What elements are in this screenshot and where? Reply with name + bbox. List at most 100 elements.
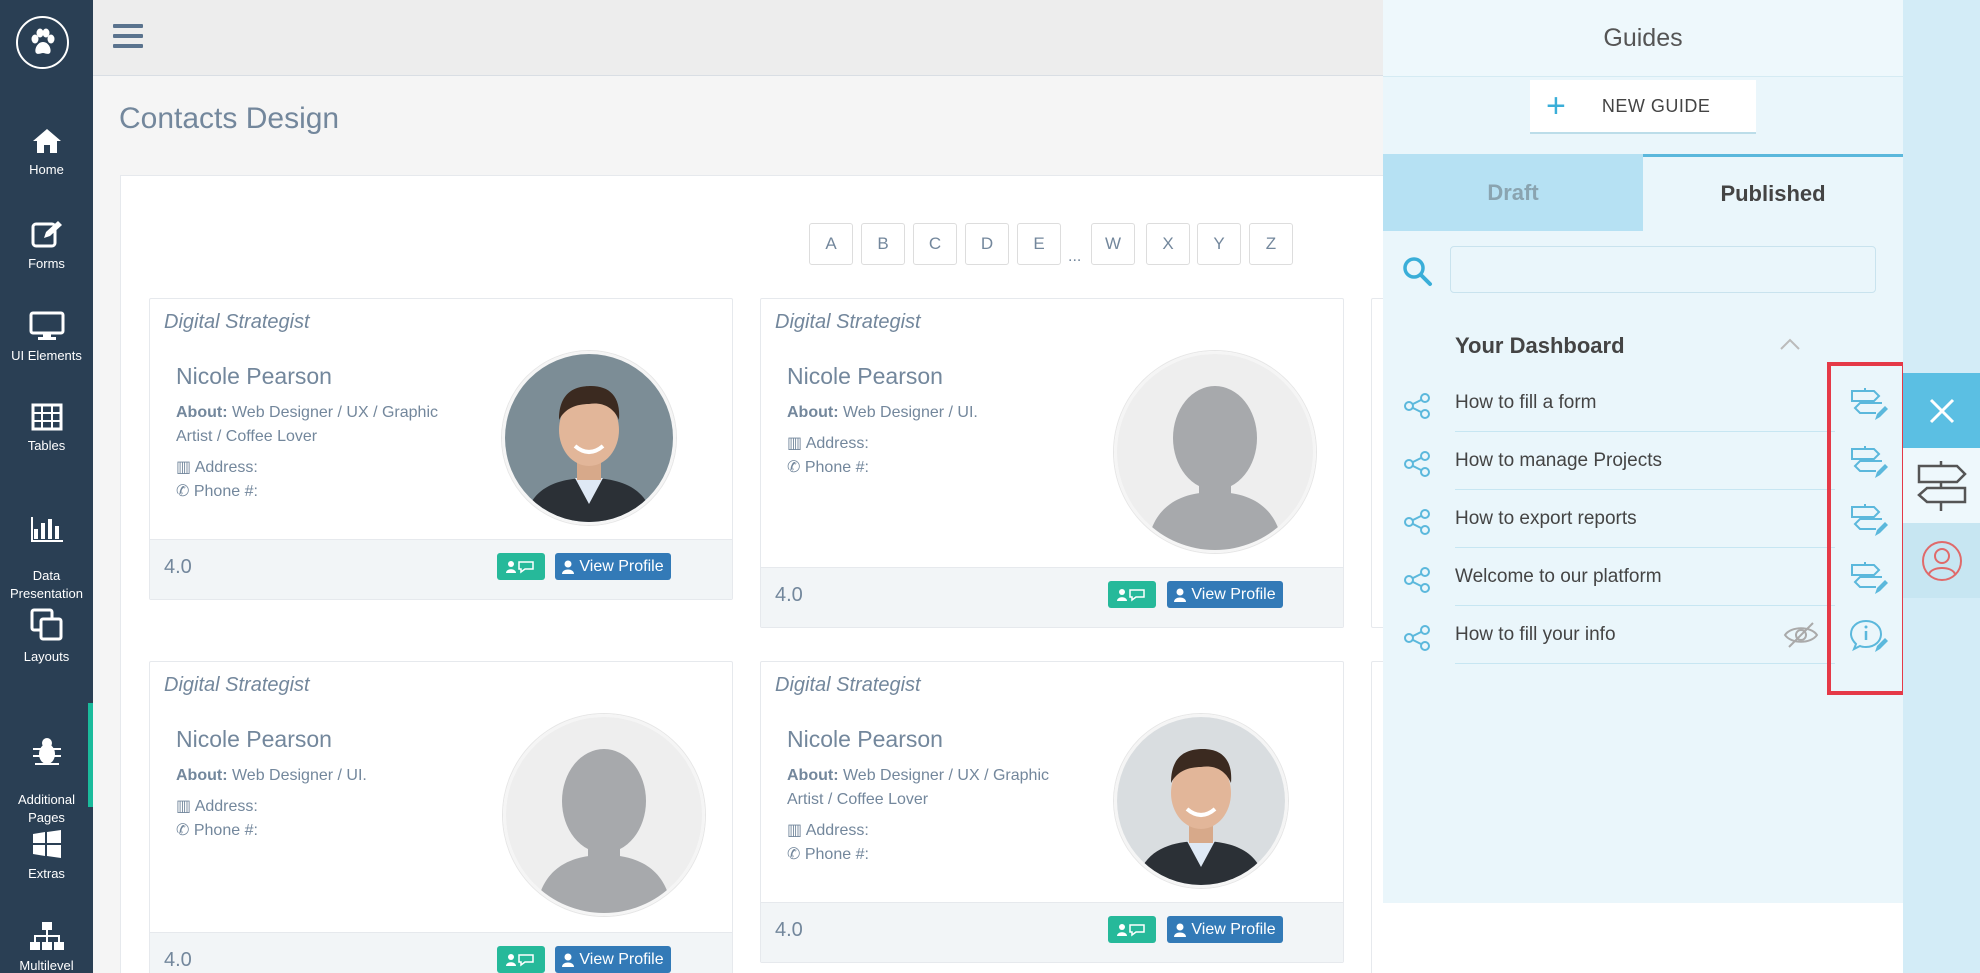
home-icon [32, 129, 61, 153]
contact-rating: 4.0 [164, 949, 192, 971]
bug-icon [32, 738, 61, 765]
user-icon [562, 560, 575, 574]
signpost-icon [1916, 460, 1967, 511]
card-footer: 4.0 View Profile [150, 932, 732, 973]
guides-panel: Guides + NEW GUIDE Draft Published Your … [1383, 0, 1903, 973]
new-guide-button[interactable]: + NEW GUIDE [1530, 80, 1756, 134]
tab-published[interactable]: Published [1643, 154, 1903, 231]
close-button[interactable] [1903, 373, 1980, 448]
message-button[interactable] [1108, 916, 1156, 943]
card-footer: 4.0 View Profile [761, 567, 1343, 627]
alpha-filter-w[interactable]: W [1091, 223, 1135, 265]
avatar [502, 351, 676, 525]
alpha-filter-d[interactable]: D [965, 223, 1009, 265]
view-profile-button[interactable]: View Profile [1167, 581, 1283, 608]
share-icon [1404, 625, 1430, 651]
guide-item[interactable]: How to fill a form [1383, 374, 1903, 432]
guide-item-label: How to fill your info [1455, 624, 1616, 645]
message-button[interactable] [1108, 581, 1156, 608]
building-icon: ▥ [176, 798, 192, 815]
tab-draft[interactable]: Draft [1383, 154, 1643, 231]
guide-item[interactable]: How to export reports [1383, 490, 1903, 548]
sidebar-item-home[interactable]: Home [0, 127, 93, 179]
view-profile-button[interactable]: View Profile [555, 946, 671, 973]
guide-item-label: How to fill a form [1455, 392, 1597, 413]
sidebar-item-label: Additional Pages [17, 792, 76, 825]
alpha-filter-z[interactable]: Z [1249, 223, 1293, 265]
guides-launcher-strip [1903, 0, 1980, 973]
guide-item-label: How to export reports [1455, 508, 1637, 529]
alpha-filter-c[interactable]: C [913, 223, 957, 265]
guides-search-input[interactable] [1450, 246, 1876, 293]
user-icon [562, 953, 575, 967]
phone-icon: ✆ [176, 483, 190, 500]
contact-address: ▥ Address: [787, 822, 869, 839]
guide-item[interactable]: Welcome to our platform [1383, 548, 1903, 606]
plus-icon: + [1546, 87, 1566, 125]
alpha-filter-b[interactable]: B [861, 223, 905, 265]
sidebar-item-layouts[interactable]: Layouts [0, 608, 93, 666]
contact-about: About: Web Designer / UI. [176, 767, 367, 784]
share-icon [1404, 393, 1430, 419]
sidebar-item-label: Layouts [23, 649, 70, 664]
view-profile-button[interactable]: View Profile [555, 553, 671, 580]
guide-item[interactable]: How to fill your info [1383, 606, 1903, 664]
alpha-filter-x[interactable]: X [1146, 223, 1190, 265]
sidebar-item-label: Multilevel [19, 958, 74, 973]
avatar [503, 714, 705, 916]
sidebar-item-extras[interactable]: Extras [0, 829, 93, 883]
sidebar-item-multilevel[interactable]: Multilevel [0, 921, 93, 973]
contact-address: ▥ Address: [176, 459, 258, 476]
sidebar-item-label: Tables [27, 438, 66, 453]
bar-chart-icon [30, 517, 63, 542]
desktop-icon [29, 311, 64, 340]
chevron-up-icon[interactable] [1779, 337, 1801, 351]
contact-card: Digital Strategist Nicole Pearson About:… [760, 298, 1344, 628]
share-icon [1404, 509, 1430, 535]
eye-slash-icon[interactable] [1783, 620, 1819, 650]
sidebar-item-label: Data Presentation [10, 568, 83, 601]
guide-item[interactable]: How to manage Projects [1383, 432, 1903, 490]
search-icon [1403, 257, 1432, 286]
sidebar-item-label: Extras [28, 866, 65, 881]
alpha-filter-e[interactable]: E [1017, 223, 1061, 265]
user-icon [1174, 588, 1187, 602]
hamburger-menu-icon[interactable] [112, 20, 144, 52]
avatar [1114, 714, 1288, 888]
card-footer: 4.0 View Profile [761, 902, 1343, 962]
message-button[interactable] [497, 946, 545, 973]
user-icon [1174, 923, 1187, 937]
contact-card: Digital Strategist Nicole Pearson About:… [760, 661, 1344, 963]
sidebar-item-forms[interactable]: Forms [0, 219, 93, 273]
view-profile-button[interactable]: View Profile [1167, 916, 1283, 943]
alpha-filter-a[interactable]: A [809, 223, 853, 265]
clone-icon [30, 608, 62, 641]
share-icon [1404, 567, 1430, 593]
phone-icon: ✆ [176, 822, 190, 839]
user-comments-icon [1117, 588, 1145, 601]
sidebar-item-ui-elements[interactable]: UI Elements [0, 311, 93, 365]
table-icon [31, 403, 62, 431]
alpha-filter-y[interactable]: Y [1197, 223, 1241, 265]
card-footer: 4.0 View Profile [150, 539, 732, 599]
sidebar-item-tables[interactable]: Tables [0, 403, 93, 455]
user-profile-button[interactable] [1903, 523, 1980, 598]
guide-item-label: Welcome to our platform [1455, 566, 1662, 587]
building-icon: ▥ [787, 435, 803, 452]
user-comments-icon [506, 953, 534, 966]
message-button[interactable] [497, 553, 545, 580]
guides-toggle-button[interactable] [1903, 448, 1980, 523]
contact-about: About: Web Designer / UX / Graphic Artis… [176, 404, 438, 445]
sidebar-item-additional-pages[interactable]: Additional Pages [0, 703, 93, 827]
contact-name: Nicole Pearson [176, 726, 332, 752]
contact-rating: 4.0 [775, 584, 803, 606]
sidebar-item-data-presentation[interactable]: Data Presentation [0, 497, 93, 603]
guide-item-label: How to manage Projects [1455, 450, 1662, 471]
share-icon [1404, 451, 1430, 477]
contact-about: About: Web Designer / UX / Graphic Artis… [787, 767, 1049, 808]
contact-about: About: Web Designer / UI. [787, 404, 978, 421]
sitemap-icon [29, 922, 64, 950]
contact-phone: ✆ Phone #: [787, 846, 869, 863]
contact-name: Nicole Pearson [787, 363, 943, 389]
paw-logo-icon[interactable] [16, 16, 69, 69]
